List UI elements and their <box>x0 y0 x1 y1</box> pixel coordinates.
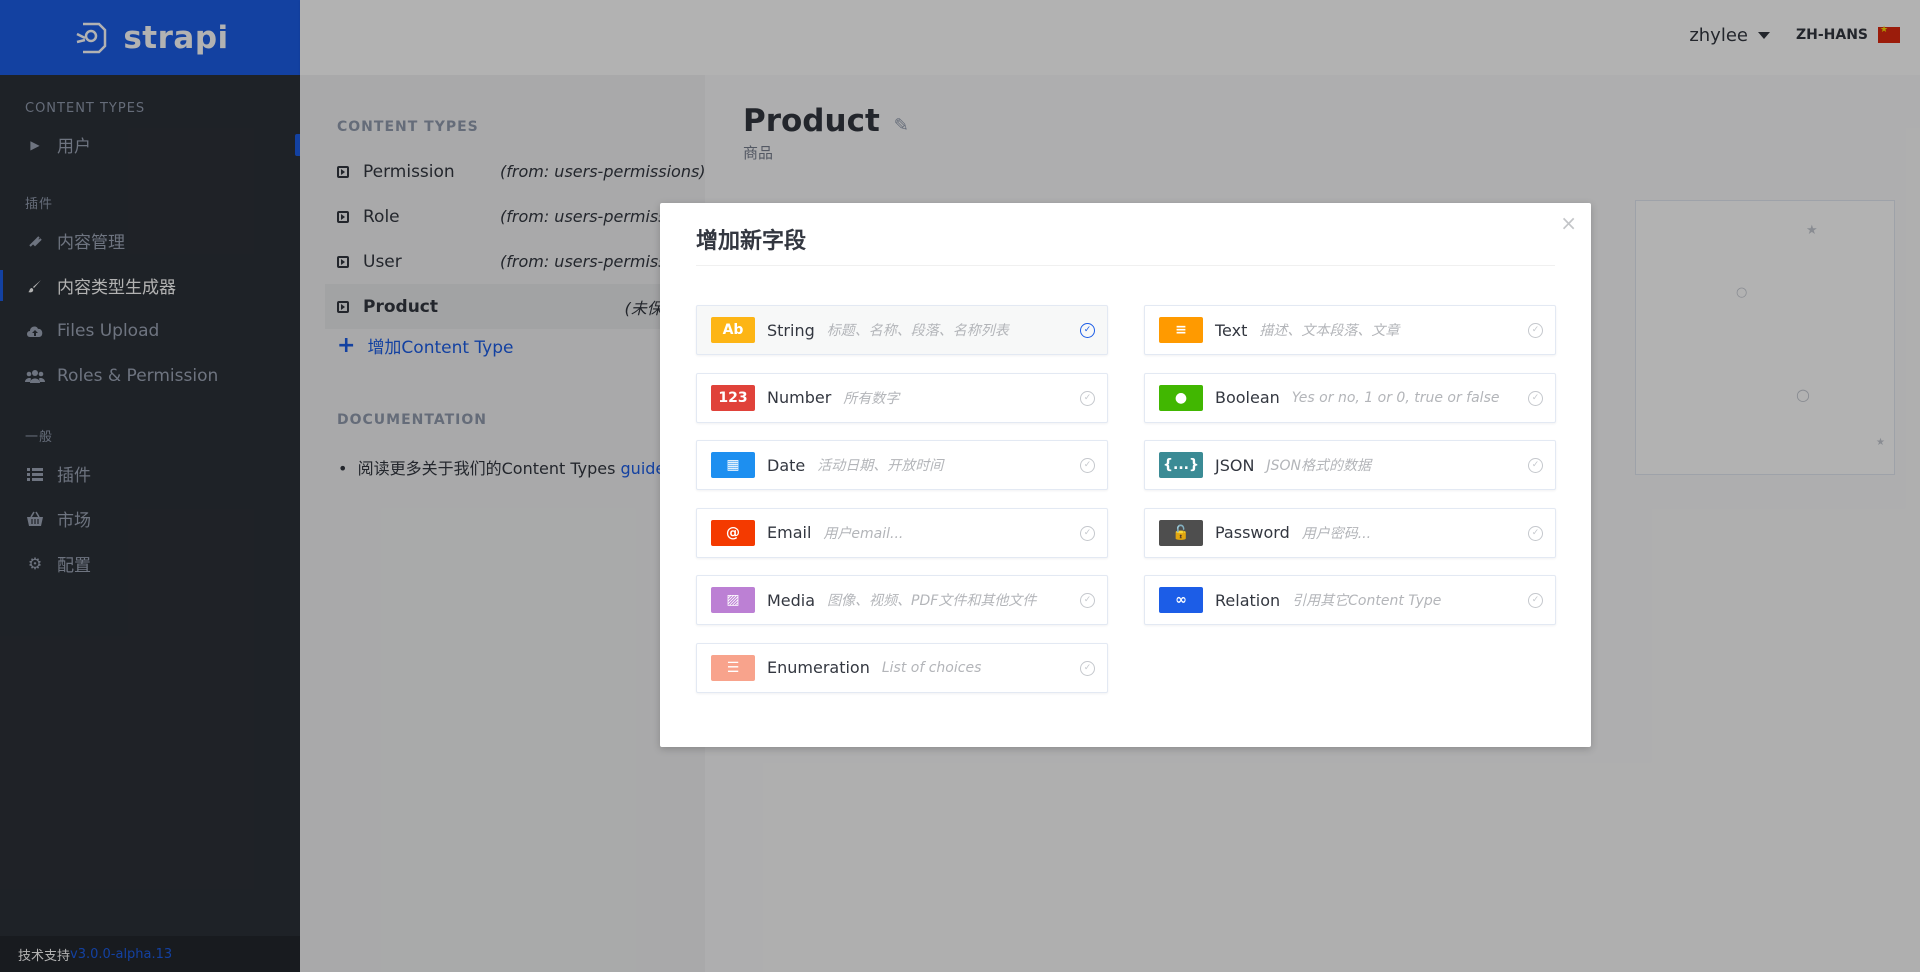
enumeration-type-icon: ☰ <box>711 654 755 681</box>
text-type-icon: ≡ <box>1159 317 1203 343</box>
check-circle-icon: ✓ <box>1080 390 1095 406</box>
field-type-json[interactable]: {...} JSON JSON格式的数据 ✓ <box>1144 440 1556 490</box>
check-circle-icon: ✓ <box>1080 525 1095 541</box>
modal-divider <box>696 265 1555 266</box>
field-type-description: JSON格式的数据 <box>1266 458 1371 474</box>
number-type-icon: 123 <box>711 384 755 411</box>
field-type-enumeration[interactable]: ☰ Enumeration List of choices ✓ <box>696 642 1108 693</box>
check-circle-icon: ✓ <box>1528 593 1543 608</box>
close-icon[interactable]: × <box>1560 211 1577 235</box>
string-type-icon: Ab <box>711 317 755 343</box>
check-circle-icon: ✓ <box>1528 390 1543 406</box>
field-type-name: Number <box>767 388 832 407</box>
email-type-icon: @ <box>711 519 755 546</box>
field-type-name: Relation <box>1215 590 1281 610</box>
field-type-date[interactable]: ▦ Date 活动日期、开放时间 ✓ <box>696 440 1108 490</box>
field-type-name: Email <box>767 523 812 542</box>
field-type-description: 所有数字 <box>843 390 900 407</box>
field-type-description: 用户email... <box>823 525 904 542</box>
field-type-name: String <box>767 320 815 340</box>
field-type-boolean[interactable]: ● Boolean Yes or no, 1 or 0, true or false… <box>1144 372 1556 423</box>
field-type-description: Yes or no, 1 or 0, true or false <box>1291 389 1500 406</box>
field-type-description: 活动日期、开放时间 <box>817 458 944 474</box>
field-type-description: 用户密码... <box>1301 525 1372 542</box>
field-type-name: Boolean <box>1215 388 1280 407</box>
field-type-name: Enumeration <box>767 658 870 677</box>
check-circle-icon: ✓ <box>1080 323 1095 338</box>
field-type-name: Media <box>767 590 816 610</box>
field-type-description: List of choices <box>881 659 982 676</box>
field-type-relation[interactable]: ∞ Relation 引用其它Content Type ✓ <box>1144 575 1556 625</box>
field-type-name: Password <box>1215 523 1290 542</box>
field-type-media[interactable]: ▨ Media 图像、视频、PDF文件和其他文件 ✓ <box>696 575 1108 625</box>
media-type-icon: ▨ <box>711 587 755 613</box>
field-type-string[interactable]: Ab String 标题、名称、段落、名称列表 ✓ <box>696 305 1108 355</box>
modal-title: 增加新字段 <box>696 229 807 254</box>
field-type-name: Text <box>1215 320 1248 340</box>
password-type-icon: 🔓 <box>1159 519 1203 546</box>
check-circle-icon: ✓ <box>1080 458 1095 473</box>
field-type-name: JSON <box>1215 455 1255 475</box>
boolean-type-icon: ● <box>1159 384 1203 411</box>
date-type-icon: ▦ <box>711 452 755 478</box>
field-type-description: 标题、名称、段落、名称列表 <box>826 323 1009 339</box>
field-type-text[interactable]: ≡ Text 描述、文本段落、文章 ✓ <box>1144 305 1556 355</box>
check-circle-icon: ✓ <box>1080 593 1095 608</box>
check-circle-icon: ✓ <box>1528 525 1543 541</box>
field-type-name: Date <box>767 455 806 475</box>
relation-type-icon: ∞ <box>1159 587 1203 613</box>
field-type-password[interactable]: 🔓 Password 用户密码... ✓ <box>1144 507 1556 558</box>
field-type-email[interactable]: @ Email 用户email... ✓ <box>696 507 1108 558</box>
field-type-description: 图像、视频、PDF文件和其他文件 <box>827 593 1037 609</box>
check-circle-icon: ✓ <box>1080 660 1095 676</box>
field-type-description: 描述、文本段落、文章 <box>1259 323 1400 339</box>
check-circle-icon: ✓ <box>1528 323 1543 338</box>
add-field-modal: 增加新字段 × Ab String 标题、名称、段落、名称列表 ✓ ≡ Text 描述、文本… <box>660 203 1591 747</box>
field-type-description: 引用其它Content Type <box>1292 593 1442 609</box>
check-circle-icon: ✓ <box>1528 458 1543 473</box>
field-type-number[interactable]: 123 Number 所有数字 ✓ <box>696 372 1108 423</box>
json-type-icon: {...} <box>1159 452 1203 478</box>
